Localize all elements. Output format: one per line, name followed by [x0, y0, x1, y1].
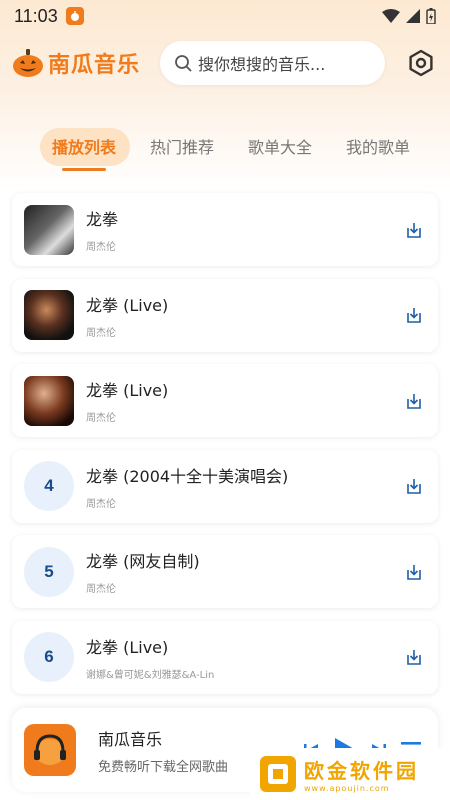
settings-button[interactable]: [404, 46, 438, 80]
tab-bar: 播放列表 热门推荐 歌单大全 我的歌单: [0, 124, 450, 168]
download-icon: [407, 393, 421, 409]
status-time: 11:03: [14, 5, 58, 26]
watermark-url: www.apoujin.com: [304, 784, 390, 793]
download-button[interactable]: [402, 389, 426, 413]
status-bar: 11:03: [0, 0, 450, 32]
tab-playlist[interactable]: 播放列表: [52, 134, 116, 161]
song-artist: 谢娜&曾可妮&刘雅瑟&A-Lin: [86, 669, 215, 681]
download-button[interactable]: [402, 560, 426, 584]
battery-icon: [426, 8, 436, 24]
tab-playlist-collection[interactable]: 歌单大全: [248, 130, 312, 162]
app-header: 南瓜音乐 搜你想搜的音乐...: [0, 38, 450, 88]
album-cover: [24, 290, 74, 341]
watermark-logo-icon: [260, 756, 296, 792]
download-button[interactable]: [402, 645, 426, 669]
search-placeholder: 搜你想搜的音乐...: [198, 55, 326, 74]
download-button[interactable]: [402, 303, 426, 327]
pumpkin-notification-icon: [65, 7, 84, 25]
download-icon: [407, 564, 421, 580]
gear-icon: [409, 49, 433, 77]
album-cover: [24, 204, 74, 255]
song-index: 4: [24, 461, 74, 512]
album-cover: [24, 375, 74, 426]
app-logo: 南瓜音乐: [12, 47, 140, 79]
download-icon: [407, 650, 421, 666]
wifi-icon: [382, 9, 400, 23]
search-bar[interactable]: 搜你想搜的音乐...: [160, 41, 386, 85]
app-name: 南瓜音乐: [48, 53, 141, 78]
song-index: 5: [24, 546, 74, 597]
status-icons: [382, 8, 436, 24]
watermark: 欧金软件园 www.apoujin.com: [250, 748, 450, 800]
download-button[interactable]: [402, 218, 426, 242]
song-title: 龙拳 (Live): [86, 381, 169, 401]
song-artist: 周杰伦: [86, 242, 116, 253]
signal-icon: [406, 9, 420, 23]
song-title: 龙拳 (2004十全十美演唱会): [86, 466, 289, 486]
song-row[interactable]: 龙拳 周杰伦: [12, 193, 438, 266]
song-row[interactable]: 龙拳 (Live) 周杰伦: [12, 278, 438, 352]
download-icon: [407, 222, 421, 238]
song-title: 龙拳: [86, 210, 119, 229]
tab-my-playlists[interactable]: 我的歌单: [346, 130, 410, 162]
song-list: 龙拳周杰伦 龙拳 (Live) 周杰伦 龙拳 (Live) 周杰伦 4 龙拳 (20…: [12, 193, 438, 707]
song-artist: 周杰伦: [86, 413, 116, 425]
song-title: 龙拳 (Live): [86, 637, 169, 657]
player-cover: [24, 724, 76, 776]
song-artist: 周杰伦: [86, 498, 116, 510]
song-row[interactable]: 6 龙拳 (Live) 谢娜&曾可妮&刘雅瑟&A-Lin: [12, 620, 438, 694]
pumpkin-logo-icon: [13, 49, 43, 77]
pumpkin-headphones-icon: [34, 734, 66, 765]
watermark-text: 欧金软件园: [304, 759, 419, 783]
song-title: 龙拳 (网友自制): [86, 552, 200, 572]
song-row[interactable]: 4 龙拳 (2004十全十美演唱会) 周杰伦: [12, 449, 438, 523]
search-icon: [175, 55, 192, 72]
download-icon: [407, 479, 421, 495]
song-artist: 周杰伦: [86, 584, 116, 596]
song-row[interactable]: 5 龙拳 (网友自制) 周杰伦: [12, 535, 438, 609]
download-button[interactable]: [402, 474, 426, 498]
song-row[interactable]: 龙拳 (Live) 周杰伦: [12, 364, 438, 438]
song-title: 龙拳 (Live): [86, 295, 169, 315]
player-subtitle: 免费畅听下载全网歌曲: [98, 759, 229, 775]
song-artist: 周杰伦: [86, 327, 116, 339]
download-icon: [407, 308, 421, 323]
tab-hot-recommend[interactable]: 热门推荐: [150, 130, 214, 162]
player-title: 南瓜音乐: [98, 729, 163, 749]
song-index: 6: [24, 632, 74, 683]
